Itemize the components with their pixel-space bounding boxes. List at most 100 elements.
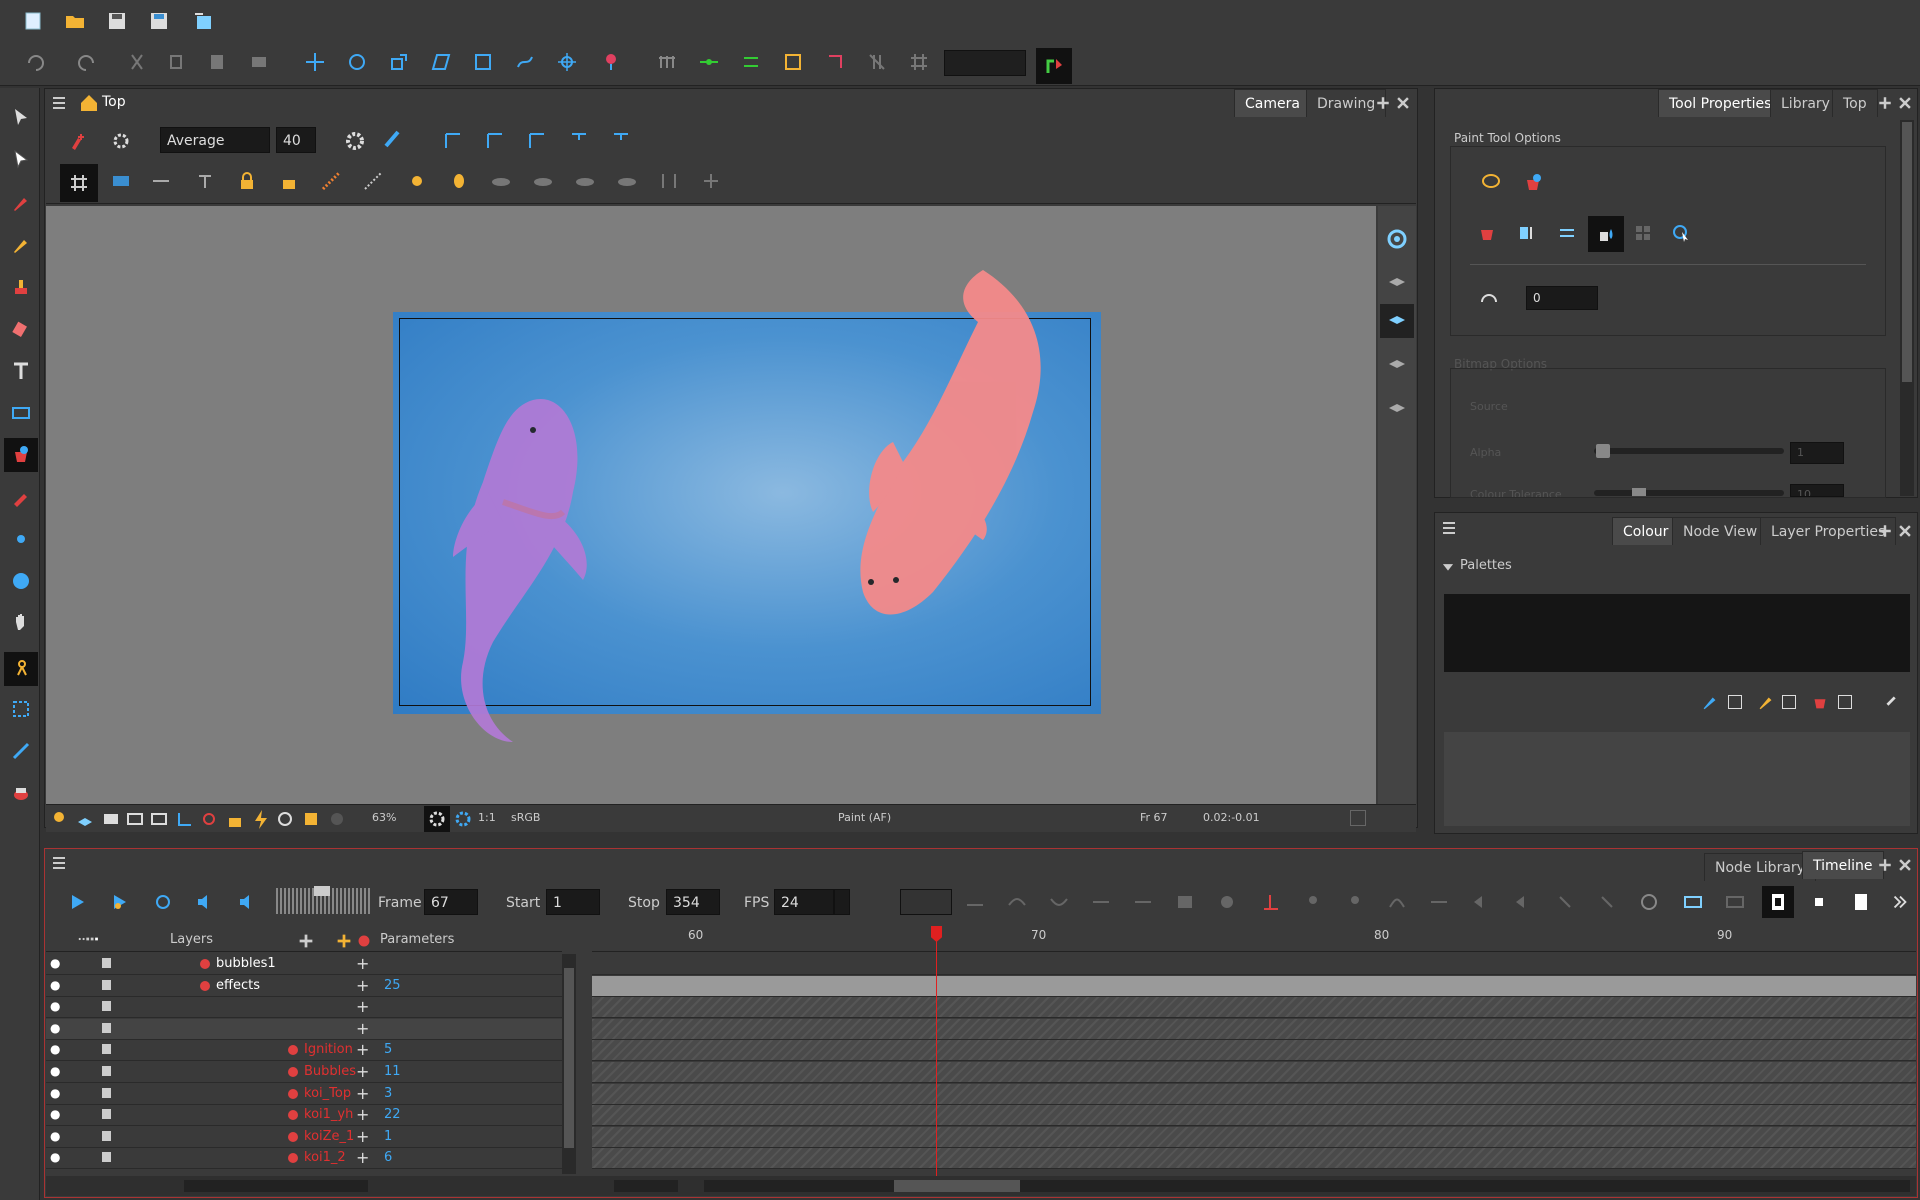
grid-snap-icon[interactable] bbox=[864, 49, 890, 75]
paste-icon[interactable] bbox=[204, 49, 230, 75]
more-icon[interactable] bbox=[1890, 889, 1910, 915]
gap-closing-icon[interactable] bbox=[1474, 284, 1504, 314]
sound-scrub-icon[interactable] bbox=[234, 889, 260, 915]
contour-editor-icon[interactable] bbox=[8, 146, 34, 172]
status-layers-icon[interactable] bbox=[72, 806, 98, 832]
keyframe-10-icon[interactable] bbox=[1342, 889, 1368, 915]
add-layer-icon[interactable] bbox=[296, 928, 316, 954]
brush-mode-select[interactable]: Average bbox=[160, 127, 270, 153]
eye-toggle-icon[interactable]: ● bbox=[50, 1064, 60, 1078]
brush-tool-icon[interactable] bbox=[8, 190, 34, 216]
keyframe-8-icon[interactable] bbox=[1258, 889, 1284, 915]
layer-row[interactable]: ● effects +25 bbox=[46, 976, 562, 997]
onion-skin-icon[interactable] bbox=[440, 128, 466, 154]
cut-icon[interactable] bbox=[124, 49, 150, 75]
lock-toggle-icon[interactable] bbox=[102, 1152, 111, 1162]
keyframe-19-icon[interactable] bbox=[1722, 889, 1748, 915]
tolerance-slider[interactable] bbox=[1594, 490, 1784, 496]
new-scene-icon[interactable] bbox=[20, 8, 46, 34]
status-table-icon[interactable] bbox=[122, 806, 148, 832]
eye-toggle-icon[interactable]: ● bbox=[50, 1042, 60, 1056]
layer-name[interactable]: koi1_yh bbox=[304, 1107, 353, 1122]
swatch-brush-icon[interactable] bbox=[1700, 689, 1720, 715]
brush-settings-icon[interactable] bbox=[108, 128, 134, 154]
text-tool-icon[interactable] bbox=[8, 358, 34, 384]
close-colour-panel-icon[interactable] bbox=[1896, 518, 1914, 544]
stop-input[interactable]: 354 bbox=[666, 889, 720, 915]
add-drawing-icon[interactable] bbox=[566, 128, 592, 154]
layer-name[interactable]: Ignition bbox=[304, 1042, 353, 1057]
status-flash-icon[interactable] bbox=[248, 806, 274, 832]
status-gear-icon[interactable] bbox=[424, 806, 450, 832]
mirror-icon[interactable] bbox=[446, 168, 472, 194]
scale-icon[interactable] bbox=[386, 49, 412, 75]
close-panel-icon[interactable] bbox=[1394, 90, 1412, 116]
track-row[interactable] bbox=[592, 1062, 1916, 1083]
eye-toggle-icon[interactable]: ● bbox=[50, 1129, 60, 1143]
layer-row[interactable]: ● koi1_2 +6 bbox=[46, 1148, 562, 1169]
gap-value-input[interactable]: 0 bbox=[1526, 286, 1598, 310]
status-render-icon[interactable] bbox=[298, 806, 324, 832]
status-reset-icon[interactable] bbox=[272, 806, 298, 832]
layer-h-scrollbar[interactable] bbox=[184, 1180, 368, 1192]
copy-icon[interactable] bbox=[164, 49, 190, 75]
export-icon[interactable] bbox=[190, 8, 216, 34]
alpha-value-input[interactable]: 1 bbox=[1790, 442, 1844, 464]
symmetry-icon[interactable] bbox=[656, 168, 682, 194]
ink-tool-icon[interactable] bbox=[8, 780, 34, 806]
keyframe-9-icon[interactable] bbox=[1300, 889, 1326, 915]
play-selection-icon[interactable] bbox=[106, 889, 132, 915]
swatch-paint-icon[interactable] bbox=[1810, 689, 1830, 715]
pin-icon[interactable] bbox=[598, 49, 624, 75]
loop-icon[interactable] bbox=[150, 889, 176, 915]
rotate-view-icon[interactable] bbox=[8, 568, 34, 594]
morph-icon[interactable] bbox=[512, 49, 538, 75]
layer-disc-3-icon[interactable] bbox=[572, 168, 598, 194]
timeline-menu-icon[interactable] bbox=[46, 850, 72, 876]
stamp-tool-icon[interactable] bbox=[8, 274, 34, 300]
brush-preset-icon[interactable] bbox=[64, 128, 90, 154]
pressure-icon[interactable] bbox=[380, 126, 406, 152]
rectangle-tool-icon[interactable] bbox=[8, 400, 34, 426]
keyframe-16-icon[interactable] bbox=[1594, 889, 1620, 915]
layer-name[interactable]: effects bbox=[216, 978, 260, 993]
add-timeline-tab-icon[interactable] bbox=[1876, 852, 1894, 878]
hand-tool-icon[interactable] bbox=[8, 610, 34, 636]
dropper-tool-icon[interactable] bbox=[8, 484, 34, 510]
swatch-brush-box[interactable] bbox=[1728, 695, 1742, 709]
grid-icon[interactable] bbox=[906, 49, 932, 75]
layer-disc-2-icon[interactable] bbox=[530, 168, 556, 194]
lock-toggle-icon[interactable] bbox=[102, 1023, 111, 1033]
eye-toggle-icon[interactable]: ● bbox=[50, 1086, 60, 1100]
add-param-icon[interactable]: + bbox=[356, 997, 369, 1016]
grid-toggle-icon[interactable] bbox=[60, 164, 98, 202]
start-input[interactable]: 1 bbox=[546, 889, 600, 915]
lock-toggle-icon[interactable] bbox=[102, 1044, 111, 1054]
swatch-area[interactable] bbox=[1444, 732, 1910, 826]
keyframe-6-icon[interactable] bbox=[1172, 889, 1198, 915]
swatch-paint-box[interactable] bbox=[1838, 695, 1852, 709]
add-colour-tab-icon[interactable] bbox=[1876, 518, 1894, 544]
clear-drawing-icon[interactable] bbox=[524, 128, 550, 154]
layer-name[interactable]: Bubbles bbox=[304, 1064, 356, 1079]
tab-camera[interactable]: Camera bbox=[1234, 89, 1311, 117]
add-peg-icon[interactable] bbox=[334, 928, 354, 954]
layer-disc-4-icon[interactable] bbox=[614, 168, 640, 194]
align-vertical-icon[interactable] bbox=[738, 49, 764, 75]
delete-icon[interactable] bbox=[246, 49, 272, 75]
layers-o-icon[interactable] bbox=[1384, 270, 1410, 296]
link-icon[interactable] bbox=[1882, 689, 1902, 715]
status-preview-icon[interactable] bbox=[324, 806, 350, 832]
lock-drawing-icon[interactable] bbox=[482, 128, 508, 154]
onion-color-select[interactable] bbox=[900, 889, 952, 915]
color-space[interactable]: sRGB bbox=[511, 811, 540, 824]
add-param-icon[interactable]: + bbox=[356, 1084, 369, 1103]
keyframe-5-icon[interactable] bbox=[1130, 889, 1156, 915]
repaint-icon[interactable] bbox=[1554, 220, 1580, 246]
keyframe-17-icon[interactable] bbox=[1636, 889, 1662, 915]
lock-toggle-icon[interactable] bbox=[102, 1109, 111, 1119]
ruler-icon[interactable] bbox=[318, 168, 344, 194]
add-tab-icon[interactable] bbox=[1374, 90, 1392, 116]
lock-toggle-icon[interactable] bbox=[102, 1066, 111, 1076]
track-row[interactable] bbox=[592, 1105, 1916, 1126]
